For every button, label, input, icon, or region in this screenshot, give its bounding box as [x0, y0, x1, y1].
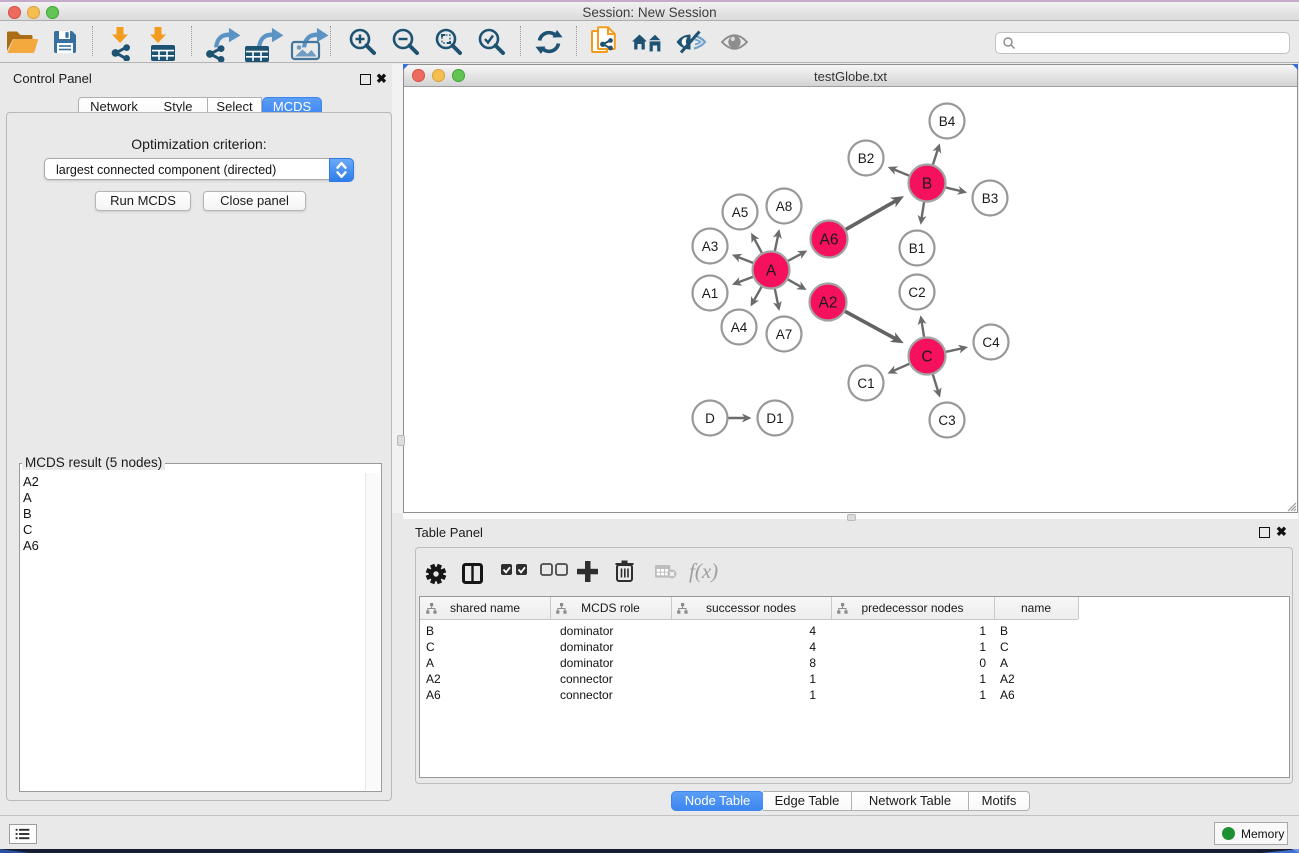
svg-text:A1: A1 [702, 286, 719, 301]
svg-text:B1: B1 [909, 241, 926, 256]
svg-text:D1: D1 [766, 411, 783, 426]
svg-text:A3: A3 [702, 239, 719, 254]
svg-text:C3: C3 [938, 413, 955, 428]
svg-text:C: C [921, 349, 932, 366]
svg-text:A8: A8 [776, 199, 793, 214]
svg-text:A6: A6 [820, 232, 839, 249]
svg-text:D: D [705, 411, 715, 426]
svg-text:A2: A2 [819, 295, 838, 312]
svg-text:B2: B2 [858, 151, 875, 166]
svg-text:B: B [922, 176, 932, 193]
svg-text:A: A [766, 263, 777, 280]
svg-text:A7: A7 [776, 327, 793, 342]
svg-text:A5: A5 [732, 205, 749, 220]
svg-text:A4: A4 [731, 320, 748, 335]
svg-text:B4: B4 [939, 114, 956, 129]
svg-text:C2: C2 [908, 285, 925, 300]
svg-text:C1: C1 [857, 376, 874, 391]
svg-text:B3: B3 [982, 191, 999, 206]
svg-text:C4: C4 [982, 335, 1000, 350]
